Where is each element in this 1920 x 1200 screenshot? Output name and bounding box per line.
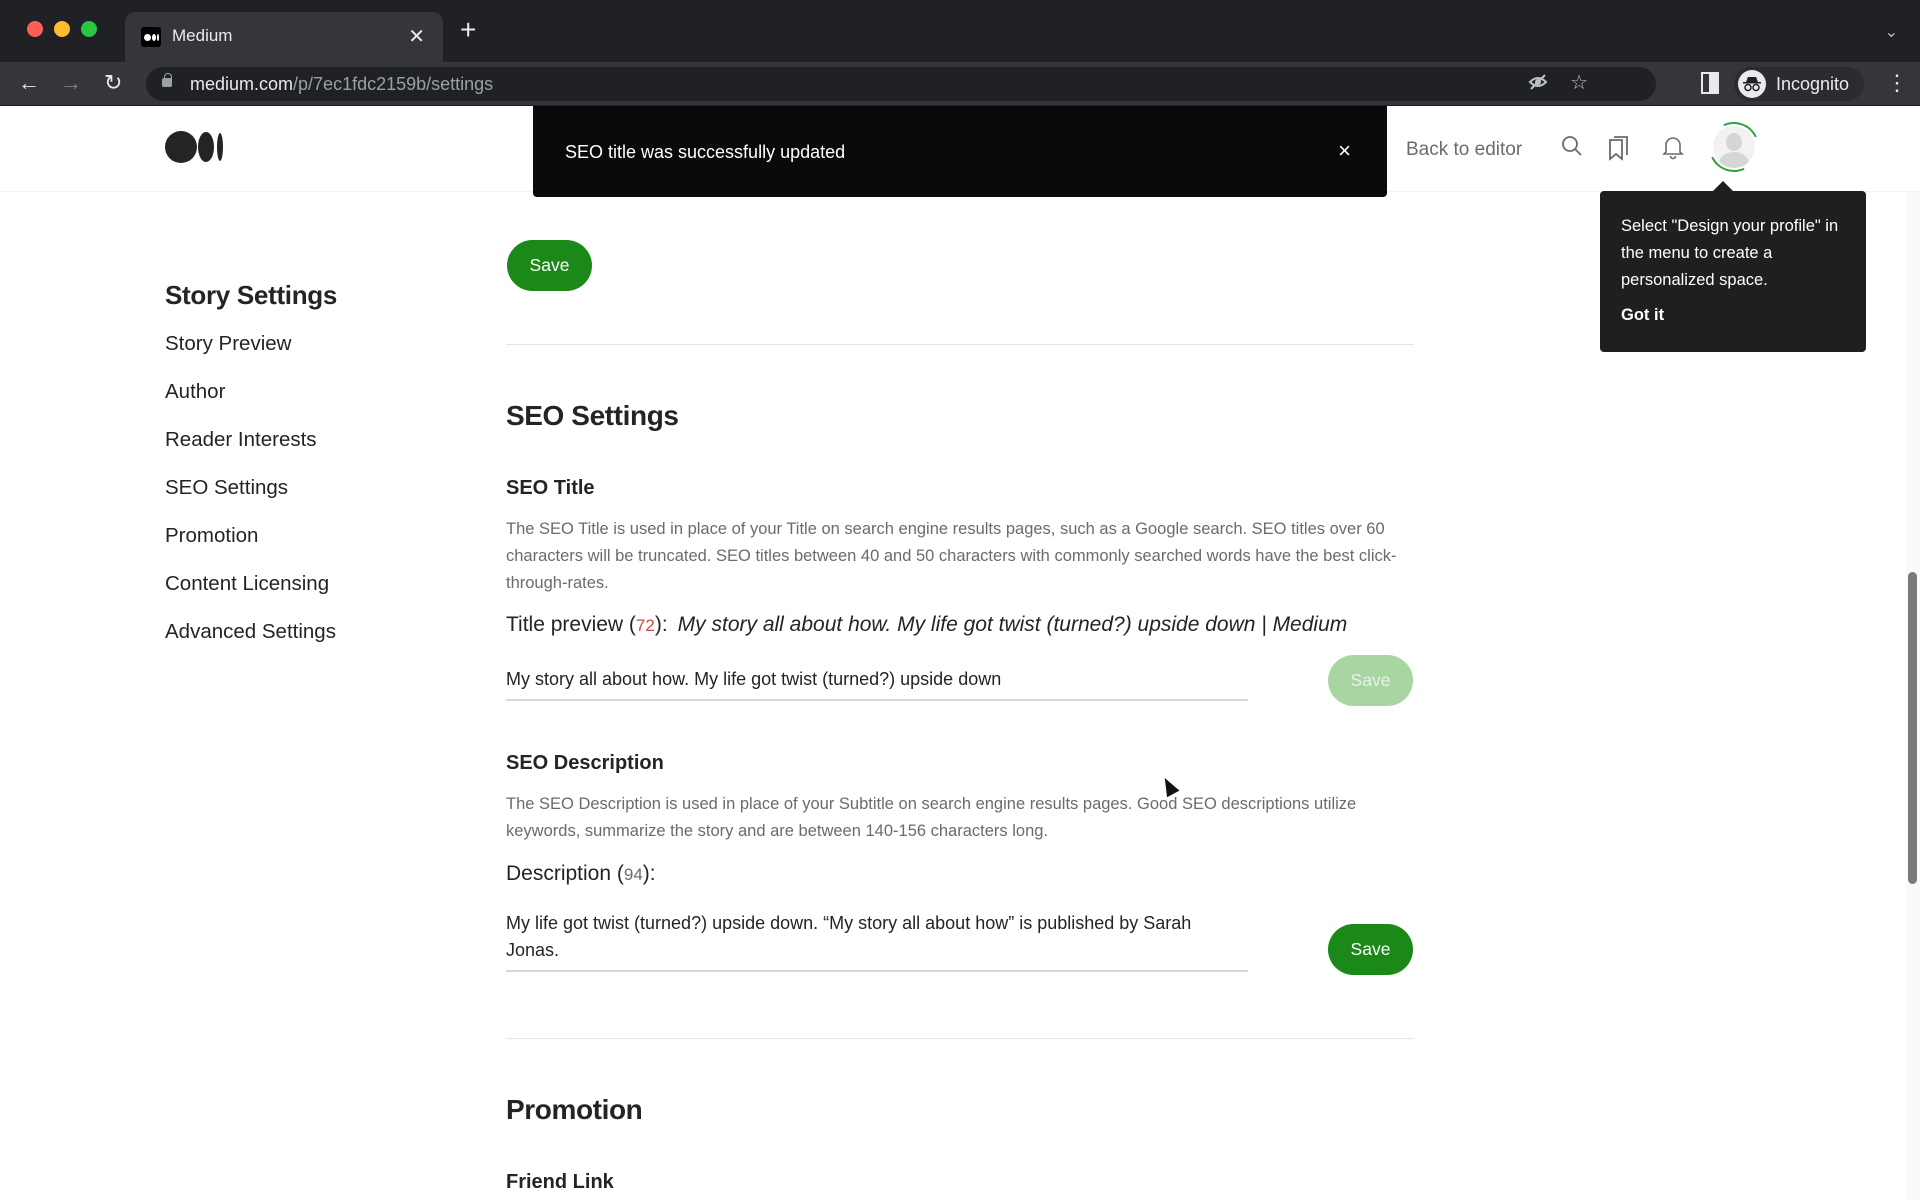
url-text[interactable]: medium.com/p/7ec1fdc2159b/settings	[190, 74, 493, 95]
search-icon[interactable]	[1560, 134, 1584, 163]
incognito-label: Incognito	[1776, 74, 1850, 94]
scrollbar-thumb[interactable]	[1908, 572, 1917, 884]
profile-tip-popover: Select "Design your profile" in the menu…	[1600, 181, 1866, 352]
sidebar-title: Story Settings	[165, 280, 338, 310]
medium-favicon-icon	[141, 27, 161, 47]
side-panel-icon[interactable]	[1701, 72, 1719, 94]
sidebar-item-advanced-settings[interactable]: Advanced Settings	[165, 620, 336, 644]
sidebar-item-author[interactable]: Author	[165, 380, 225, 404]
notifications-bell-icon[interactable]	[1661, 134, 1685, 165]
reading-list-icon[interactable]	[1606, 134, 1632, 167]
reload-icon[interactable]: ↻	[104, 70, 122, 96]
browser-tab-medium[interactable]: Medium ✕	[125, 12, 443, 62]
seo-description-input[interactable]: My life got twist (turned?) upside down.…	[506, 910, 1248, 972]
success-toast: SEO title was successfully updated ×	[533, 106, 1387, 197]
lock-icon	[162, 73, 172, 87]
seo-title-description: The SEO Title is used in place of your T…	[506, 520, 1397, 592]
browser-tab-bar: Medium ✕ + ⌄	[0, 0, 1920, 62]
back-to-editor-link[interactable]: Back to editor	[1406, 139, 1522, 161]
incognito-profile-button[interactable]: Incognito	[1734, 67, 1864, 101]
bookmark-star-icon[interactable]: ☆	[1570, 70, 1588, 95]
friend-link-heading: Friend Link	[506, 1171, 614, 1193]
sidebar-item-seo-settings[interactable]: SEO Settings	[165, 476, 288, 500]
tab-search-chevron-icon[interactable]: ⌄	[1885, 22, 1898, 42]
title-preview-line: Title preview (72): My story all about ho…	[506, 613, 1348, 636]
seo-title-input[interactable]: My story all about how. My life got twis…	[506, 666, 1248, 701]
seo-description-heading: SEO Description	[506, 752, 664, 774]
title-char-count: 72	[635, 616, 655, 635]
sidebar-item-reader-interests[interactable]: Reader Interests	[165, 428, 317, 452]
seo-title-save-button[interactable]: Save	[1328, 655, 1413, 706]
section-divider	[506, 1038, 1414, 1039]
promotion-heading: Promotion	[506, 1094, 643, 1125]
seo-settings-heading: SEO Settings	[506, 400, 679, 431]
seo-description-help: The SEO Description is used in place of …	[506, 795, 1357, 840]
seo-title-heading: SEO Title	[506, 477, 595, 499]
tab-title: Medium	[172, 26, 233, 45]
description-char-count: 94	[623, 865, 643, 884]
section-divider	[506, 344, 1414, 345]
description-label-line: Description (94):	[506, 862, 656, 885]
toast-message: SEO title was successfully updated	[565, 142, 846, 162]
title-preview-text: My story all about how. My life got twis…	[677, 613, 1348, 636]
toast-close-icon[interactable]: ×	[1338, 138, 1351, 164]
user-avatar[interactable]	[1713, 126, 1755, 168]
minimize-window-button[interactable]	[54, 21, 70, 37]
previous-section-save-button[interactable]: Save	[507, 240, 592, 291]
sidebar-item-promotion[interactable]: Promotion	[165, 524, 258, 548]
incognito-icon	[1738, 70, 1766, 98]
address-bar[interactable]: medium.com/p/7ec1fdc2159b/settings ☆	[146, 67, 1656, 101]
tooltip-text: Select "Design your profile" in the menu…	[1621, 217, 1839, 289]
tab-close-icon[interactable]: ✕	[408, 24, 425, 49]
seo-description-save-button[interactable]: Save	[1328, 924, 1413, 975]
sidebar-item-story-preview[interactable]: Story Preview	[165, 332, 291, 356]
browser-menu-icon[interactable]: ⋮	[1886, 70, 1908, 96]
medium-logo-icon[interactable]	[165, 130, 225, 164]
forward-arrow-icon[interactable]: →	[60, 70, 82, 96]
got-it-button[interactable]: Got it	[1621, 306, 1664, 325]
back-arrow-icon[interactable]: ←	[18, 70, 40, 96]
browser-toolbar: ← → ↻ medium.com/p/7ec1fdc2159b/settings…	[0, 62, 1920, 106]
sidebar-item-content-licensing[interactable]: Content Licensing	[165, 572, 329, 596]
eye-off-icon[interactable]	[1528, 72, 1548, 97]
close-window-button[interactable]	[27, 21, 43, 37]
maximize-window-button[interactable]	[81, 21, 97, 37]
new-tab-button[interactable]: +	[460, 16, 476, 44]
